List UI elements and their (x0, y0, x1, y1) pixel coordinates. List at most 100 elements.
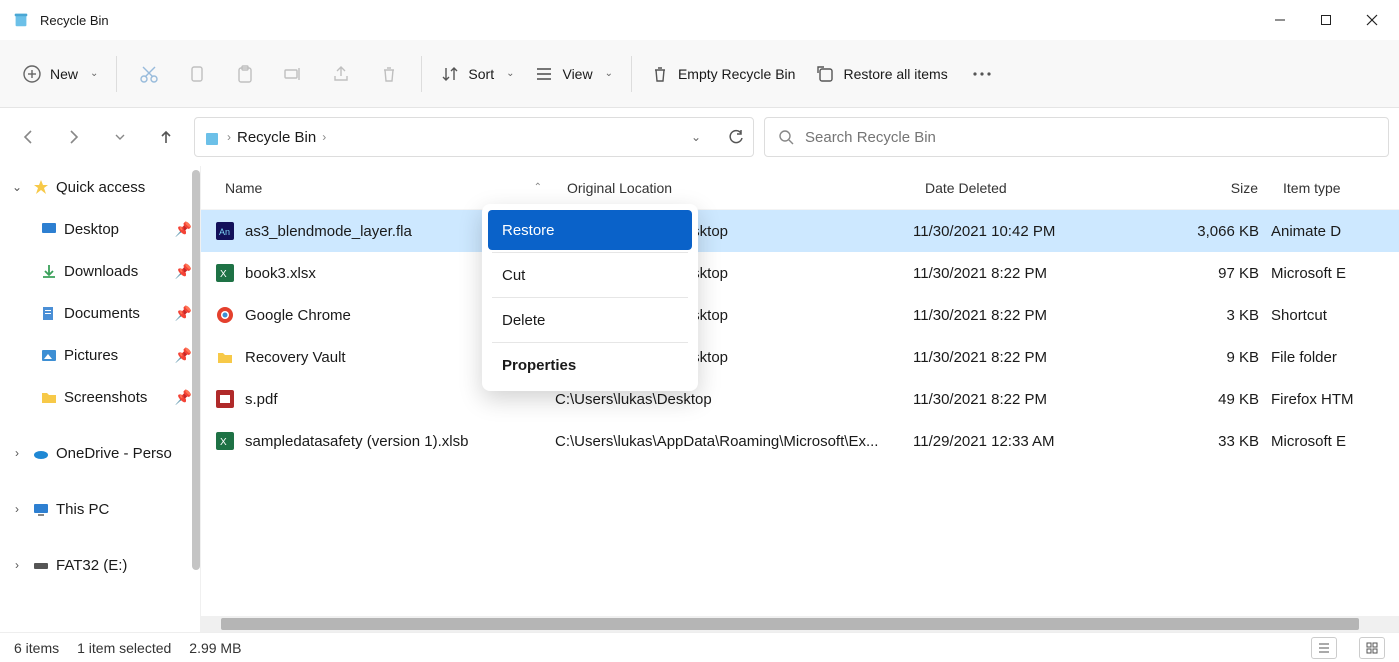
recycle-bin-icon (12, 10, 32, 30)
breadcrumb-location[interactable]: Recycle Bin (237, 129, 316, 146)
sidebar-item-onedrive[interactable]: › OneDrive - Perso (0, 432, 200, 474)
chevron-right-icon[interactable]: › (8, 446, 26, 460)
new-label: New (50, 66, 78, 82)
sidebar-item-quick-access[interactable]: ⌄ Quick access (0, 166, 200, 208)
restore-icon (815, 64, 835, 84)
paste-icon (235, 64, 255, 84)
trash-icon (379, 64, 399, 84)
file-type: Microsoft E (1271, 433, 1399, 450)
search-box[interactable] (764, 117, 1389, 157)
excel-file-icon: X (215, 431, 235, 451)
context-menu-cut[interactable]: Cut (488, 255, 692, 295)
plus-circle-icon (22, 64, 42, 84)
file-date: 11/30/2021 8:22 PM (913, 265, 1157, 282)
context-menu-restore[interactable]: Restore (488, 210, 692, 250)
file-size: 9 KB (1157, 349, 1271, 366)
maximize-button[interactable] (1303, 4, 1349, 36)
column-header-original-location[interactable]: Original Location (555, 166, 913, 209)
sidebar-scrollbar[interactable] (190, 166, 200, 632)
thumbnails-view-toggle[interactable] (1359, 637, 1385, 659)
sidebar-item-documents[interactable]: Documents 📌 (0, 292, 200, 334)
delete-button[interactable] (367, 52, 411, 96)
file-name: Google Chrome (245, 307, 351, 324)
recent-locations-button[interactable] (102, 119, 138, 155)
back-button[interactable] (10, 119, 46, 155)
refresh-button[interactable] (727, 128, 745, 146)
chevron-right-icon[interactable]: › (8, 502, 26, 516)
chevron-down-icon: ⌄ (90, 68, 98, 79)
rename-button[interactable] (271, 52, 315, 96)
svg-text:An: An (219, 227, 230, 237)
file-row[interactable]: Google Chrome Desktop 11/30/2021 8:22 PM… (201, 294, 1399, 336)
chevron-right-icon: › (227, 130, 231, 144)
horizontal-scrollbar[interactable] (201, 616, 1399, 632)
file-row[interactable]: Xbook3.xlsx Desktop 11/30/2021 8:22 PM 9… (201, 252, 1399, 294)
chevron-down-icon[interactable]: ⌄ (8, 180, 26, 194)
view-button[interactable]: View ⌄ (526, 52, 620, 96)
chevron-right-icon[interactable]: › (8, 558, 26, 572)
up-button[interactable] (148, 119, 184, 155)
column-header-date-deleted[interactable]: Date Deleted (913, 166, 1157, 209)
animate-file-icon: An (215, 221, 235, 241)
empty-label: Empty Recycle Bin (678, 66, 795, 82)
chevron-down-icon: ⌄ (605, 68, 613, 79)
sidebar-item-screenshots[interactable]: Screenshots 📌 (0, 376, 200, 418)
file-row[interactable]: Xsampledatasafety (version 1).xlsb C:\Us… (201, 420, 1399, 462)
context-menu-delete[interactable]: Delete (488, 300, 692, 340)
sidebar-item-label: OneDrive - Perso (56, 445, 172, 462)
file-location: C:\Users\lukas\Desktop (555, 391, 913, 408)
forward-button[interactable] (56, 119, 92, 155)
new-button[interactable]: New ⌄ (14, 52, 106, 96)
drive-icon (32, 556, 50, 574)
context-menu-properties[interactable]: Properties (488, 345, 692, 385)
star-icon (32, 178, 50, 196)
file-date: 11/29/2021 12:33 AM (913, 433, 1157, 450)
view-label: View (562, 66, 592, 82)
file-row[interactable]: s.pdf C:\Users\lukas\Desktop 11/30/2021 … (201, 378, 1399, 420)
sidebar-item-drive[interactable]: › FAT32 (E:) (0, 544, 200, 586)
excel-file-icon: X (215, 263, 235, 283)
file-name: Recovery Vault (245, 349, 346, 366)
sort-label: Sort (468, 66, 494, 82)
details-view-toggle[interactable] (1311, 637, 1337, 659)
sidebar-item-this-pc[interactable]: › This PC (0, 488, 200, 530)
recycle-bin-icon (203, 128, 221, 146)
sidebar-item-pictures[interactable]: Pictures 📌 (0, 334, 200, 376)
sidebar-item-label: Pictures (64, 347, 118, 364)
sort-icon (440, 64, 460, 84)
column-header-size[interactable]: Size (1157, 166, 1271, 209)
file-size: 3 KB (1157, 307, 1271, 324)
sidebar-item-desktop[interactable]: Desktop 📌 (0, 208, 200, 250)
file-row[interactable]: Anas3_blendmode_layer.fla Desktop 11/30/… (201, 210, 1399, 252)
column-header-item-type[interactable]: Item type (1271, 166, 1399, 209)
close-button[interactable] (1349, 4, 1395, 36)
file-type: Animate D (1271, 223, 1399, 240)
sort-button[interactable]: Sort ⌄ (432, 52, 522, 96)
cut-button[interactable] (127, 52, 171, 96)
share-icon (331, 64, 351, 84)
file-size: 97 KB (1157, 265, 1271, 282)
dropdown-icon[interactable]: ⌄ (691, 130, 701, 144)
navigation-pane: ⌄ Quick access Desktop 📌 Downloads 📌 Doc… (0, 166, 200, 632)
more-button[interactable] (960, 52, 1004, 96)
rename-icon (283, 64, 303, 84)
sidebar-item-downloads[interactable]: Downloads 📌 (0, 250, 200, 292)
sidebar-item-label: Desktop (64, 221, 119, 238)
svg-text:X: X (220, 269, 227, 280)
file-type: File folder (1271, 349, 1399, 366)
restore-all-button[interactable]: Restore all items (807, 52, 955, 96)
share-button[interactable] (319, 52, 363, 96)
column-header-name[interactable]: Name ⌃ (201, 166, 555, 209)
file-row[interactable]: Recovery Vault Desktop 11/30/2021 8:22 P… (201, 336, 1399, 378)
context-menu: Restore Cut Delete Properties (482, 204, 698, 391)
trash-icon (650, 64, 670, 84)
paste-button[interactable] (223, 52, 267, 96)
empty-recycle-bin-button[interactable]: Empty Recycle Bin (642, 52, 803, 96)
copy-button[interactable] (175, 52, 219, 96)
status-size: 2.99 MB (189, 640, 241, 656)
column-headers: Name ⌃ Original Location Date Deleted Si… (201, 166, 1399, 210)
search-input[interactable] (805, 129, 1376, 146)
sidebar-item-label: Screenshots (64, 389, 147, 406)
minimize-button[interactable] (1257, 4, 1303, 36)
address-bar[interactable]: › Recycle Bin › ⌄ (194, 117, 754, 157)
